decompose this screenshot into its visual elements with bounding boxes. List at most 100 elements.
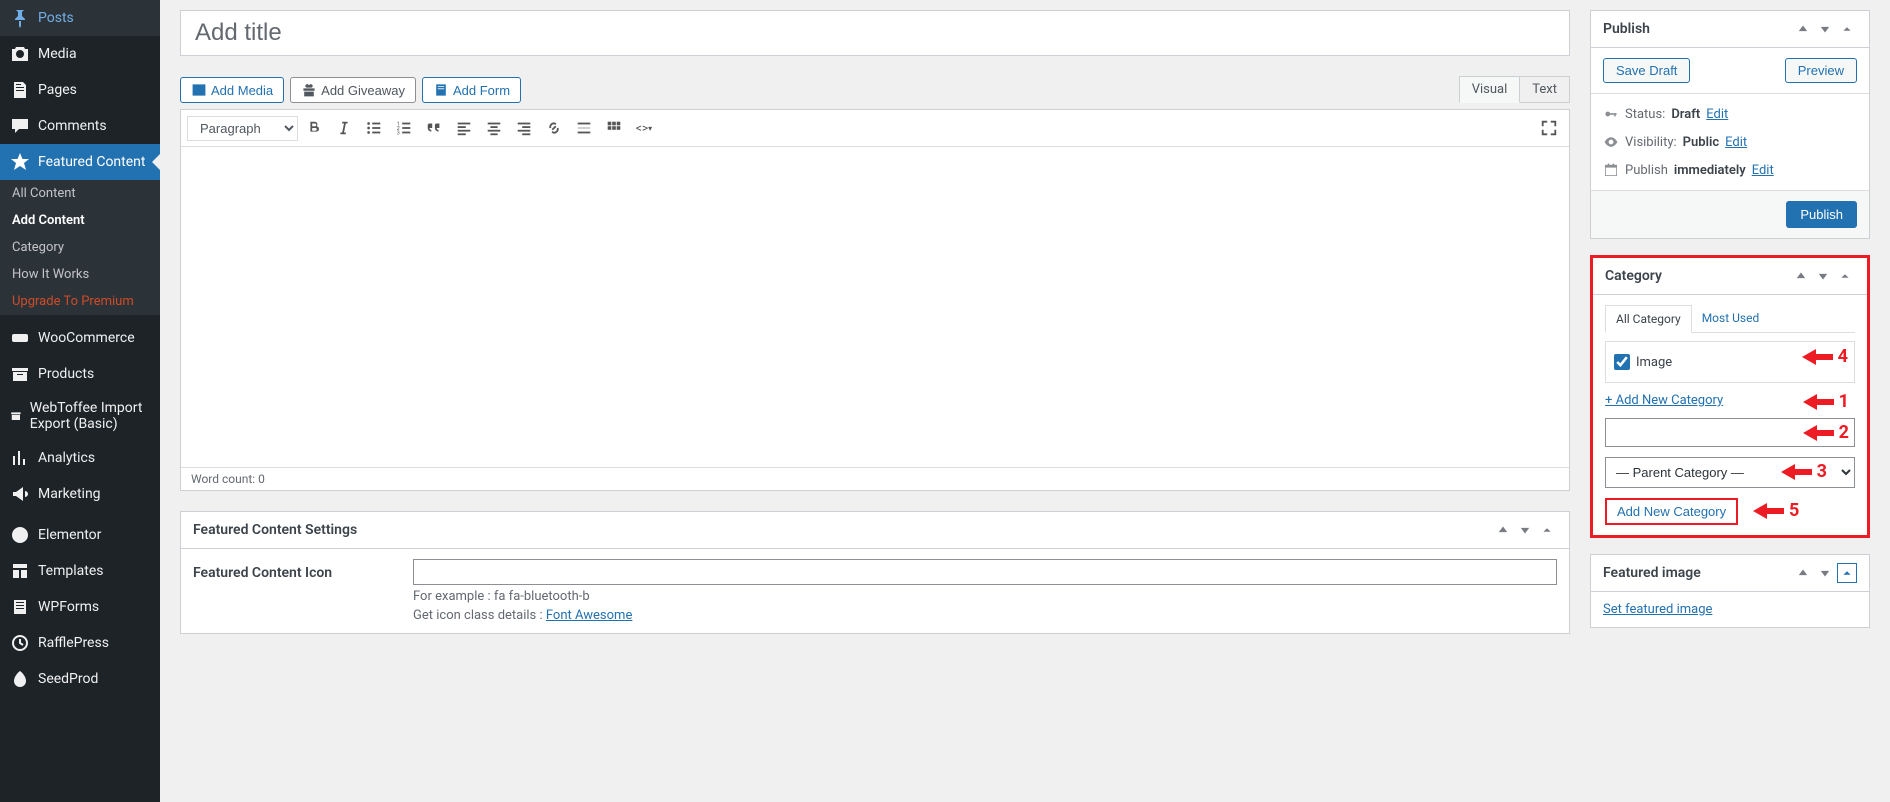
sidebar-item-products[interactable]: Products	[0, 356, 160, 392]
add-media-button[interactable]: Add Media	[180, 77, 284, 103]
fc-hint-link: Get icon class details : Font Awesome	[413, 608, 1557, 623]
eye-icon	[1603, 134, 1619, 150]
quote-button[interactable]	[420, 114, 448, 142]
sidebar-item-woocommerce[interactable]: WooCommerce	[0, 320, 160, 356]
visibility-edit-link[interactable]: Edit	[1725, 135, 1747, 150]
publish-button[interactable]: Publish	[1786, 201, 1857, 228]
toggle-icon[interactable]	[1537, 520, 1557, 540]
sidebar-item-analytics[interactable]: Analytics	[0, 440, 160, 476]
woo-icon	[10, 328, 30, 348]
publish-panel: Publish Save Draft Preview Status: Draft…	[1590, 10, 1870, 239]
sidebar-label: WooCommerce	[38, 330, 135, 346]
button-label: Add Form	[453, 83, 510, 98]
move-up-icon[interactable]	[1493, 520, 1513, 540]
category-checkbox[interactable]	[1614, 354, 1630, 370]
calendar-icon	[1603, 162, 1619, 178]
code-button[interactable]: <>▾	[630, 114, 658, 142]
sidebar-item-webtoffee[interactable]: WebToffee Import Export (Basic)	[0, 392, 160, 440]
align-left-button[interactable]	[450, 114, 478, 142]
status-label: Status:	[1625, 107, 1665, 122]
italic-button[interactable]	[330, 114, 358, 142]
submenu-upgrade[interactable]: Upgrade To Premium	[0, 288, 160, 315]
sidebar-item-seedprod[interactable]: SeedProd	[0, 661, 160, 697]
sidebar-item-comments[interactable]: Comments	[0, 108, 160, 144]
toggle-icon[interactable]	[1837, 19, 1857, 39]
submenu-how-it-works[interactable]: How It Works	[0, 261, 160, 288]
add-form-button[interactable]: Add Form	[422, 77, 521, 103]
post-title-input[interactable]	[180, 10, 1570, 56]
status-edit-link[interactable]: Edit	[1706, 107, 1728, 122]
align-right-button[interactable]	[510, 114, 538, 142]
move-up-icon[interactable]	[1791, 266, 1811, 286]
featured-content-settings-panel: Featured Content Settings Featured Conte…	[180, 511, 1570, 634]
templates-icon	[10, 561, 30, 581]
megaphone-icon	[10, 484, 30, 504]
number-list-button[interactable]: 123	[390, 114, 418, 142]
publish-edit-link[interactable]: Edit	[1752, 163, 1774, 178]
move-up-icon[interactable]	[1793, 563, 1813, 583]
key-icon	[1603, 106, 1619, 122]
link-button[interactable]	[540, 114, 568, 142]
toggle-icon[interactable]	[1837, 563, 1857, 583]
sidebar-label: WPForms	[38, 599, 99, 615]
format-select[interactable]: Paragraph	[187, 116, 298, 141]
sidebar-label: Analytics	[38, 450, 95, 466]
save-draft-button[interactable]: Save Draft	[1603, 58, 1690, 83]
sidebar-label: Pages	[38, 82, 77, 98]
publish-value: immediately	[1674, 163, 1746, 178]
sidebar-item-featured-content[interactable]: Featured Content	[0, 144, 160, 180]
category-item[interactable]: Image	[1614, 350, 1846, 374]
fullscreen-button[interactable]	[1535, 114, 1563, 142]
fc-icon-label: Featured Content Icon	[193, 559, 393, 581]
more-button[interactable]	[570, 114, 598, 142]
move-up-icon[interactable]	[1793, 19, 1813, 39]
add-new-category-link[interactable]: + Add New Category	[1605, 393, 1723, 408]
submenu-add-content[interactable]: Add Content	[0, 207, 160, 234]
sidebar-item-posts[interactable]: Posts	[0, 0, 160, 36]
sidebar-label: SeedProd	[38, 671, 98, 687]
sidebar-label: WebToffee Import Export (Basic)	[30, 400, 150, 432]
sidebar-item-rafflepress[interactable]: RafflePress	[0, 625, 160, 661]
sidebar-item-pages[interactable]: Pages	[0, 72, 160, 108]
category-tab-all[interactable]: All Category	[1605, 305, 1692, 333]
submenu-category[interactable]: Category	[0, 234, 160, 261]
archive-icon	[10, 364, 30, 384]
parent-category-select[interactable]: — Parent Category —	[1605, 457, 1855, 488]
sidebar-label: Templates	[38, 563, 104, 579]
category-tab-most-used[interactable]: Most Used	[1692, 305, 1770, 332]
sidebar-item-templates[interactable]: Templates	[0, 553, 160, 589]
page-icon	[10, 80, 30, 100]
toggle-icon[interactable]	[1835, 266, 1855, 286]
new-category-input[interactable]	[1605, 418, 1855, 447]
button-label: Add Media	[211, 83, 273, 98]
sidebar-item-marketing[interactable]: Marketing	[0, 476, 160, 512]
move-down-icon[interactable]	[1815, 19, 1835, 39]
fc-icon-input[interactable]	[413, 559, 1557, 585]
submenu-all-content[interactable]: All Content	[0, 180, 160, 207]
sidebar-label: Elementor	[38, 527, 101, 543]
admin-sidebar: Posts Media Pages Comments Featured Cont…	[0, 0, 160, 802]
preview-button[interactable]: Preview	[1785, 58, 1857, 83]
bullet-list-button[interactable]	[360, 114, 388, 142]
editor-tab-text[interactable]: Text	[1519, 76, 1570, 103]
move-down-icon[interactable]	[1515, 520, 1535, 540]
fc-hint-example: For example : fa fa-bluetooth-b	[413, 589, 1557, 604]
add-giveaway-button[interactable]: Add Giveaway	[290, 77, 416, 103]
sidebar-item-wpforms[interactable]: WPForms	[0, 589, 160, 625]
font-awesome-link[interactable]: Font Awesome	[546, 608, 632, 623]
button-label: Add Giveaway	[321, 83, 405, 98]
add-new-category-button[interactable]: Add New Category	[1605, 498, 1738, 525]
sidebar-item-media[interactable]: Media	[0, 36, 160, 72]
archive-icon	[10, 406, 22, 426]
move-down-icon[interactable]	[1813, 266, 1833, 286]
set-featured-image-link[interactable]: Set featured image	[1603, 602, 1712, 617]
toolbar-toggle-button[interactable]	[600, 114, 628, 142]
form-icon	[433, 82, 449, 98]
editor-content-area[interactable]	[181, 147, 1569, 467]
align-center-button[interactable]	[480, 114, 508, 142]
bold-button[interactable]	[300, 114, 328, 142]
move-down-icon[interactable]	[1815, 563, 1835, 583]
sidebar-label: Posts	[38, 10, 74, 26]
editor-tab-visual[interactable]: Visual	[1459, 76, 1521, 103]
sidebar-item-elementor[interactable]: Elementor	[0, 517, 160, 553]
